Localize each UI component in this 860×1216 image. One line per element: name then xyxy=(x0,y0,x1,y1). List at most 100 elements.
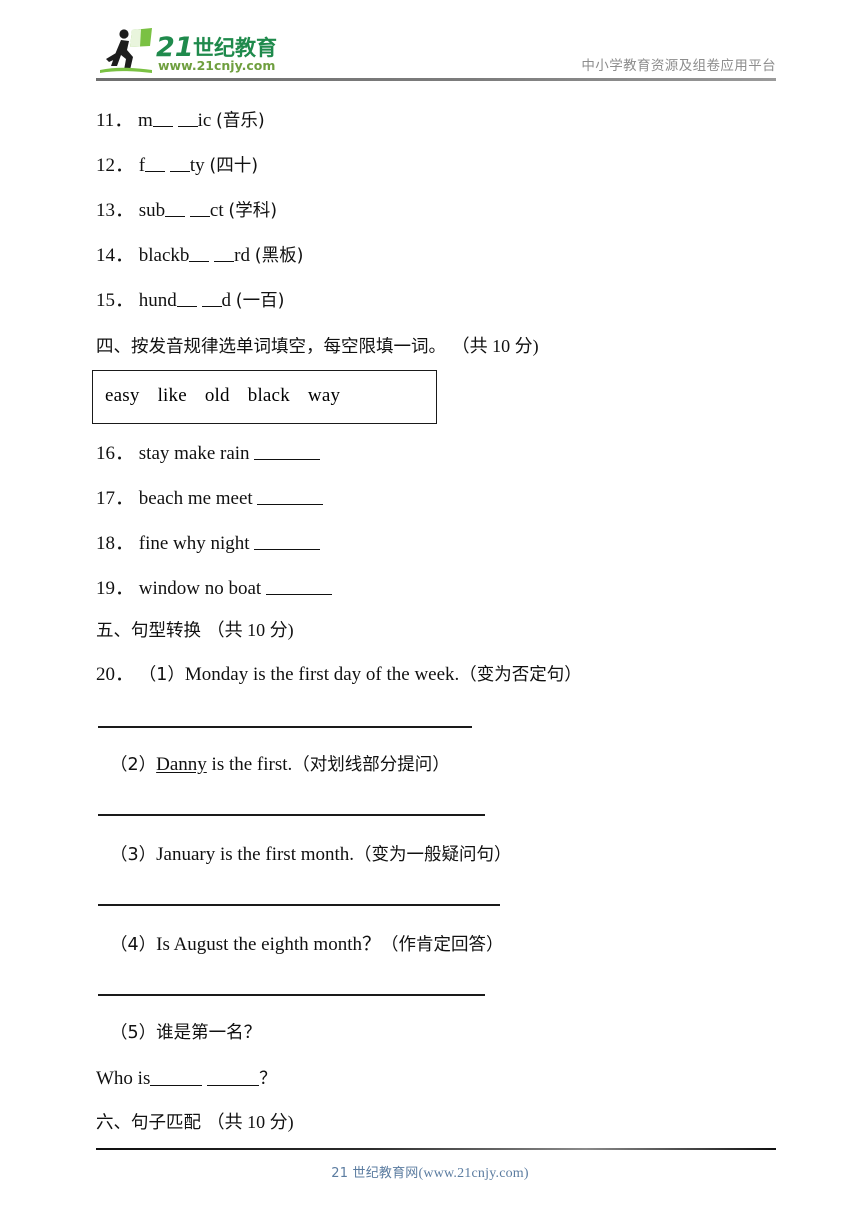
subitem-label: （5） xyxy=(110,1023,157,1043)
section-four-points: （共 10 分) xyxy=(451,336,539,356)
item-stem-post: ct xyxy=(209,200,224,221)
page-header: 21 世纪教育 www.21cnjy.com 中小学教育资源及组卷应用平台 xyxy=(96,24,776,80)
section-six-points: （共 10 分) xyxy=(206,1112,294,1132)
word-bank-item[interactable]: easy xyxy=(105,385,140,406)
section-five-title: 五、句型转换 xyxy=(96,621,201,641)
footer-divider xyxy=(96,1148,776,1151)
fill-blank[interactable] xyxy=(189,261,210,262)
answer-blank[interactable] xyxy=(254,459,321,460)
sound-item-17: 17． beach me meet xyxy=(96,488,324,511)
subitem-label: （3） xyxy=(110,845,157,865)
header-tagline: 中小学教育资源及组卷应用平台 xyxy=(581,58,776,74)
subitem-4: （4）Is August the eighth month？（作肯定回答） xyxy=(110,934,503,957)
answer-blank[interactable] xyxy=(207,1085,260,1086)
sound-item-16: 16． stay make rain xyxy=(96,443,321,466)
answer-blank[interactable] xyxy=(150,1085,203,1086)
subitem-underlined-word: Danny xyxy=(156,754,207,775)
sound-item-18: 18． fine why night xyxy=(96,533,321,556)
fill-blank[interactable] xyxy=(176,306,197,307)
subitem-sentence: 谁是第一名？ xyxy=(156,1023,262,1043)
subitem-instruction: （变为一般疑问句） xyxy=(354,845,512,865)
item-words: beach me meet xyxy=(138,488,253,509)
answer-prompt-who-is: Who is ？ xyxy=(96,1068,277,1091)
subitem-instruction: （作肯定回答） xyxy=(380,935,504,955)
subitem-2: （2）Danny is the first.（对划线部分提问） xyxy=(110,754,450,777)
section-five-points: （共 10 分) xyxy=(206,620,294,640)
vocab-item-12: 12． f ty (四十) xyxy=(96,155,258,178)
item-words: stay make rain xyxy=(138,443,250,464)
logo-21century-education: 21 世纪教育 www.21cnjy.com xyxy=(96,26,301,78)
item-number: 17． xyxy=(96,488,135,509)
subitem-sentence: Monday is the first day of the week. xyxy=(184,664,460,685)
item-number: 19． xyxy=(96,578,135,599)
item-stem-post: ic xyxy=(197,110,212,131)
subitem-label: （1） xyxy=(138,665,185,685)
fill-blank[interactable] xyxy=(214,261,235,262)
item-number: 16． xyxy=(96,443,135,464)
item-stem-pre: hund xyxy=(138,290,177,311)
svg-text:世纪教育: 世纪教育 xyxy=(193,36,277,60)
word-bank-box: easy like old black way xyxy=(92,370,437,424)
subitem-5: （5）谁是第一名？ xyxy=(110,1022,261,1045)
item-stem-pre: f xyxy=(138,155,146,176)
subitem-3: （3）January is the first month.（变为一般疑问句） xyxy=(110,844,512,867)
fill-blank[interactable] xyxy=(177,126,198,127)
subitem-sentence: Is August the eighth month？ xyxy=(156,934,381,955)
item-stem-post: d xyxy=(221,290,232,311)
answer-blank[interactable] xyxy=(254,549,321,550)
item-words: window no boat xyxy=(138,578,262,599)
section-six-heading: 六、句子匹配 （共 10 分) xyxy=(96,1112,294,1134)
footer-url: (www.21cnjy.com) xyxy=(418,1166,529,1181)
section-five-heading: 五、句型转换 （共 10 分) xyxy=(96,620,294,642)
item-words: fine why night xyxy=(138,533,250,554)
svg-text:www.21cnjy.com: www.21cnjy.com xyxy=(158,58,275,73)
item-gloss: (四十) xyxy=(209,156,259,176)
question-20: 20． （1）Monday is the first day of the we… xyxy=(96,664,582,687)
fill-blank[interactable] xyxy=(152,126,173,127)
item-number: 14． xyxy=(96,245,135,266)
item-number: 15． xyxy=(96,290,135,311)
item-number: 12． xyxy=(96,155,135,176)
subitem-instruction: （对划线部分提问） xyxy=(292,755,450,775)
fill-blank[interactable] xyxy=(169,171,190,172)
answer-line-4[interactable] xyxy=(98,994,485,996)
fill-blank[interactable] xyxy=(165,216,186,217)
subitem-instruction: （变为否定句） xyxy=(459,665,582,685)
item-stem-pre: blackb xyxy=(138,245,190,266)
vocab-item-13: 13． sub ct (学科) xyxy=(96,200,277,223)
footer-watermark: 21 世纪教育网(www.21cnjy.com) xyxy=(0,1162,860,1182)
question-number: 20． xyxy=(96,664,135,685)
word-bank-item[interactable]: way xyxy=(308,385,340,406)
answer-prompt-qmark: ？ xyxy=(259,1069,277,1089)
subitem-label: （2） xyxy=(110,755,157,775)
fill-blank[interactable] xyxy=(201,306,222,307)
item-stem-pre: m xyxy=(138,110,153,131)
item-number: 18． xyxy=(96,533,135,554)
header-divider xyxy=(96,78,776,81)
fill-blank[interactable] xyxy=(145,171,166,172)
subitem-label: （4） xyxy=(110,935,157,955)
subitem-sentence: January is the first month. xyxy=(156,844,355,865)
answer-line-2[interactable] xyxy=(98,814,485,816)
runner-icon xyxy=(106,29,133,70)
word-bank-list: easy like old black way xyxy=(105,385,358,407)
word-bank-item[interactable]: old xyxy=(205,385,230,406)
fill-blank[interactable] xyxy=(189,216,210,217)
sound-item-19: 19． window no boat xyxy=(96,578,332,601)
section-six-title: 六、句子匹配 xyxy=(96,1113,201,1133)
item-stem-post: ty xyxy=(189,155,205,176)
item-gloss: (音乐) xyxy=(216,111,265,131)
vocab-item-15: 15． hund d (一百) xyxy=(96,290,284,313)
vocab-item-11: 11． m ic (音乐) xyxy=(96,110,265,133)
answer-blank[interactable] xyxy=(257,504,324,505)
item-stem-pre: sub xyxy=(138,200,166,221)
word-bank-item[interactable]: black xyxy=(248,385,290,406)
item-gloss: (学科) xyxy=(228,201,278,221)
item-gloss: (一百) xyxy=(235,291,285,311)
word-bank-item[interactable]: like xyxy=(158,385,187,406)
answer-line-3[interactable] xyxy=(98,904,500,906)
answer-prompt-text: Who is xyxy=(96,1068,151,1089)
answer-line-1[interactable] xyxy=(98,726,472,728)
item-number: 11． xyxy=(96,110,134,131)
answer-blank[interactable] xyxy=(265,594,332,595)
